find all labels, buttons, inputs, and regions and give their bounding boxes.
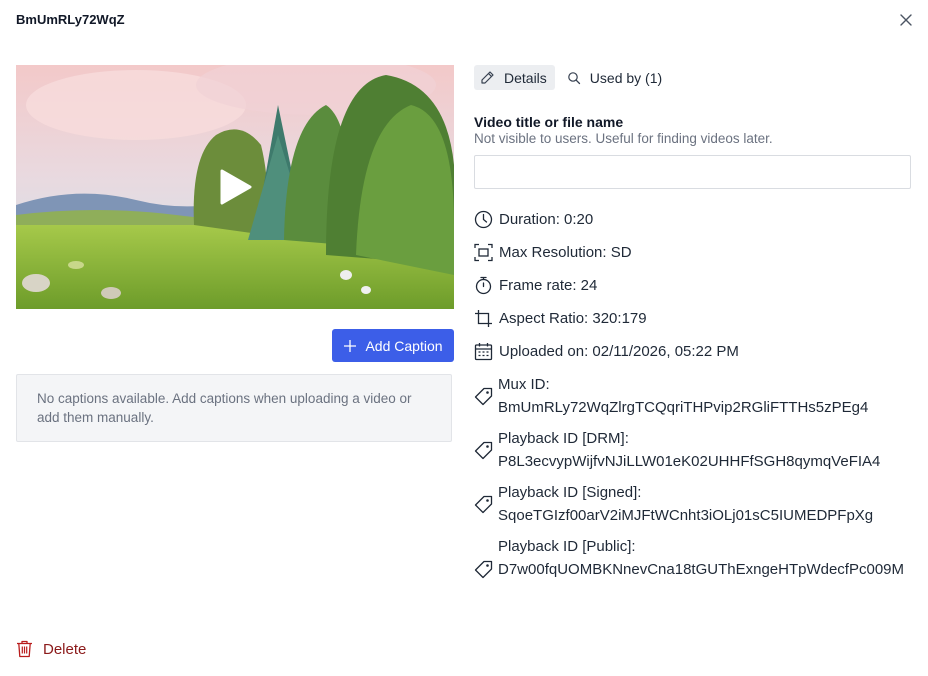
play-button[interactable]	[216, 165, 256, 209]
tag-icon	[474, 387, 493, 406]
delete-label: Delete	[43, 640, 87, 658]
playback-public-text: Playback ID [Public]: D7w00fqUOMBKNnevCn…	[498, 535, 904, 581]
calendar-icon	[474, 342, 493, 361]
timer-icon	[474, 276, 493, 295]
pencil-icon	[481, 71, 494, 84]
mux-id-label: Mux ID:	[498, 376, 550, 393]
playback-drm-label: Playback ID [DRM]:	[498, 430, 629, 447]
tab-details[interactable]: Details	[474, 65, 555, 90]
close-button[interactable]	[896, 10, 916, 30]
playback-signed-label: Playback ID [Signed]:	[498, 484, 642, 501]
add-caption-label: Add Caption	[365, 337, 443, 354]
playback-signed-row: Playback ID [Signed]: SqoeTGIzf00arV2iMJ…	[474, 481, 914, 527]
close-icon	[900, 14, 912, 26]
video-title-input[interactable]	[474, 155, 911, 189]
playback-public-row: Playback ID [Public]: D7w00fqUOMBKNnevCn…	[474, 535, 914, 605]
resolution-icon	[474, 243, 493, 262]
clock-icon	[474, 210, 493, 229]
trash-icon	[17, 640, 32, 658]
max-resolution-row: Max Resolution: SD	[474, 243, 632, 262]
captions-empty-state: No captions available. Add captions when…	[16, 374, 452, 442]
playback-signed-value: SqoeTGIzf00arV2iMJFtWCnht3iOLj01sC5IUMED…	[498, 507, 874, 524]
frame-rate-row: Frame rate: 24	[474, 276, 597, 295]
title-field-label: Video title or file name	[474, 114, 624, 130]
search-icon	[567, 71, 580, 84]
aspect-ratio-text: Aspect Ratio: 320:179	[499, 310, 647, 327]
tag-icon	[474, 441, 493, 460]
duration-row: Duration: 0:20	[474, 210, 593, 229]
title-field-help: Not visible to users. Useful for finding…	[474, 131, 773, 146]
aspect-ratio-row: Aspect Ratio: 320:179	[474, 309, 647, 328]
dialog-title: BmUmRLy72WqZ	[16, 12, 125, 27]
playback-drm-value: P8L3ecvypWijfvNJiLLW01eK02UHHFfSGH8qymqV…	[498, 453, 881, 470]
uploaded-on-text: Uploaded on: 02/11/2026, 05:22 PM	[499, 343, 739, 360]
tag-icon	[474, 560, 493, 579]
tab-details-label: Details	[504, 69, 547, 86]
play-icon	[220, 169, 252, 205]
max-resolution-text: Max Resolution: SD	[499, 244, 632, 261]
delete-button[interactable]: Delete	[16, 640, 86, 658]
tab-used-by-label: Used by (1)	[589, 69, 663, 86]
uploaded-on-row: Uploaded on: 02/11/2026, 05:22 PM	[474, 342, 739, 361]
tab-used-by[interactable]: Used by (1)	[561, 65, 670, 90]
playback-public-value: D7w00fqUOMBKNnevCna18tGUThExngeHTpWdecfP…	[498, 561, 905, 578]
playback-public-label: Playback ID [Public]:	[498, 538, 636, 555]
duration-text: Duration: 0:20	[499, 211, 594, 228]
detail-tabs: Details Used by (1)	[474, 65, 670, 90]
video-preview[interactable]	[16, 65, 454, 309]
playback-drm-row: Playback ID [DRM]: P8L3ecvypWijfvNJiLLW0…	[474, 427, 914, 473]
crop-icon	[474, 309, 493, 328]
mux-id-row: Mux ID: BmUmRLy72WqZlrgTCQqriTHPvip2RGli…	[474, 373, 914, 419]
plus-icon	[344, 339, 357, 352]
frame-rate-text: Frame rate: 24	[499, 277, 598, 294]
mux-id-text: Mux ID: BmUmRLy72WqZlrgTCQqriTHPvip2RGli…	[498, 373, 910, 419]
tag-icon	[474, 495, 493, 514]
playback-signed-text: Playback ID [Signed]: SqoeTGIzf00arV2iMJ…	[498, 481, 910, 527]
add-caption-button[interactable]: Add Caption	[332, 329, 454, 362]
mux-id-value: BmUmRLy72WqZlrgTCQqriTHPvip2RGliFTTHs5zP…	[498, 399, 869, 416]
playback-drm-text: Playback ID [DRM]: P8L3ecvypWijfvNJiLLW0…	[498, 427, 910, 473]
